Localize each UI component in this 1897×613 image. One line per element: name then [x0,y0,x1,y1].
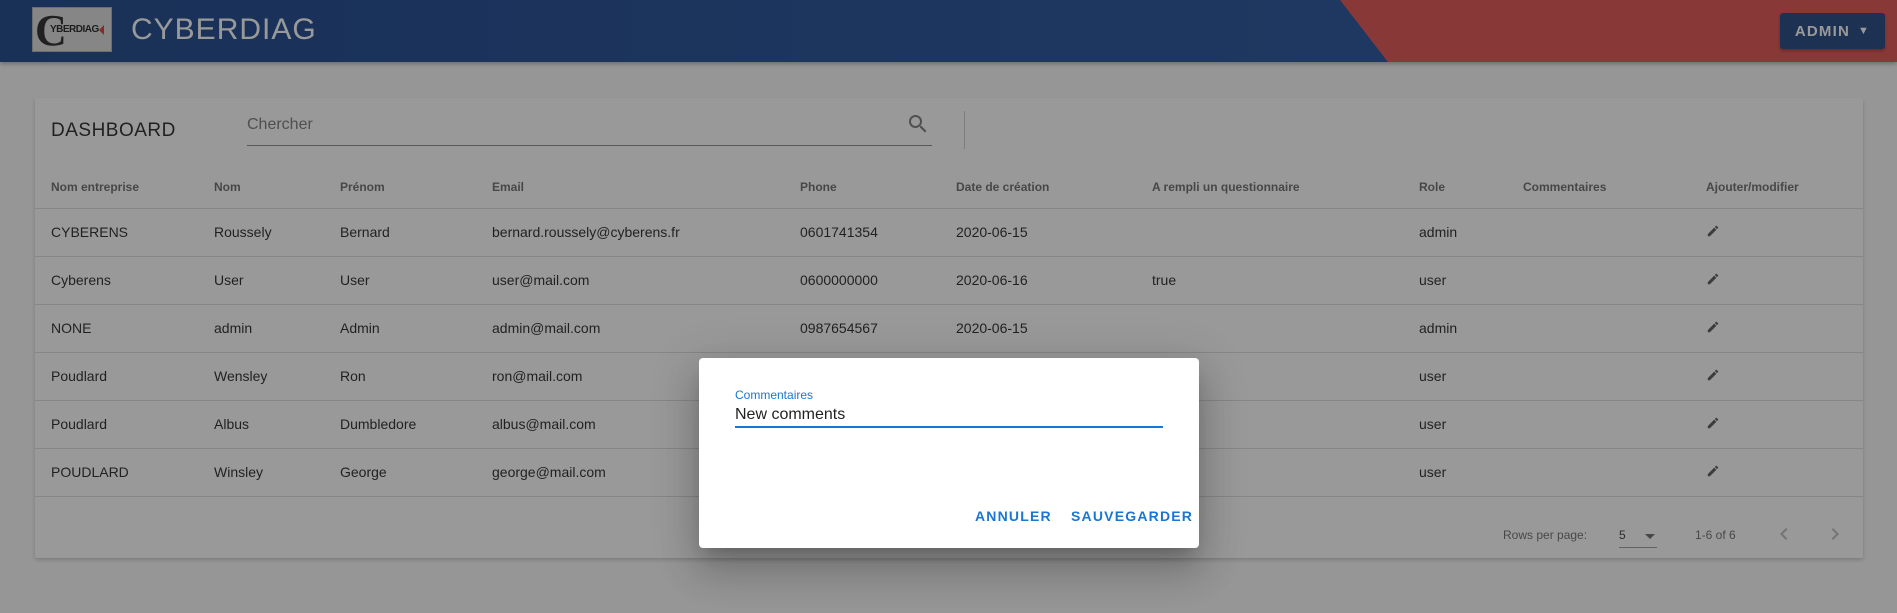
comments-field-label: Commentaires [735,388,814,402]
comments-field[interactable] [735,402,1163,428]
save-button[interactable]: SAUVEGARDER [1071,508,1193,524]
cancel-button[interactable]: ANNULER [975,508,1052,524]
comments-dialog: Commentaires ANNULER SAUVEGARDER [699,358,1199,548]
comments-input[interactable] [735,402,1163,424]
